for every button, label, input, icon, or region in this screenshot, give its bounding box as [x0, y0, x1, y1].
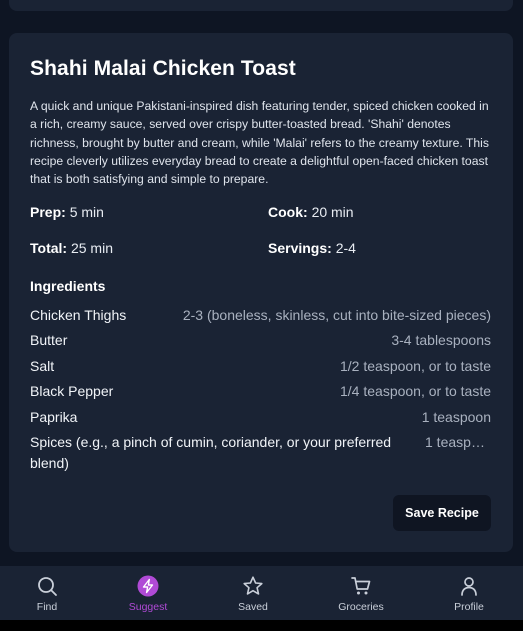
nav-item-saved[interactable]: Saved — [213, 566, 293, 620]
nav-item-profile[interactable]: Profile — [429, 566, 509, 620]
cook-value: 20 min — [311, 204, 354, 220]
nav-label: Profile — [454, 601, 484, 613]
ingredient-quantity: 1/2 teaspoon, or to taste — [340, 357, 491, 374]
servings-value: 2-4 — [335, 240, 356, 256]
nav-item-find[interactable]: Find — [7, 566, 87, 620]
prep-label: Prep: — [30, 204, 66, 220]
nav-item-suggest[interactable]: Suggest — [108, 566, 188, 620]
ingredient-quantity: 1/4 teaspoon, or to taste — [340, 383, 491, 400]
ingredient-quantity: 2-3 (boneless, skinless, cut into bite-s… — [182, 307, 491, 323]
nav-label: Groceries — [338, 601, 384, 613]
ingredient-quantity: 1 teaspo… — [425, 433, 491, 450]
total-value: 25 min — [70, 240, 113, 256]
prep-time: Prep: 5 min — [30, 204, 104, 220]
lightning-icon — [137, 575, 159, 597]
star-icon — [243, 576, 263, 595]
ingredient-name: Salt — [30, 357, 55, 374]
cook-time: Cook: 20 min — [268, 204, 354, 220]
ingredient-row: Salt 1/2 teaspoon, or to taste — [30, 356, 491, 377]
ingredient-name: Spices (e.g., a pinch of cumin, coriande… — [30, 433, 392, 471]
previous-card-edge — [9, 0, 513, 11]
ingredient-name: Black Pepper — [30, 383, 114, 400]
prep-value: 5 min — [69, 204, 104, 220]
ingredient-name: Paprika — [30, 408, 78, 425]
ingredient-row: Black Pepper 1/4 teaspoon, or to taste — [30, 381, 491, 402]
ingredients-list: Chicken Thighs 2-3 (boneless, skinless, … — [30, 305, 491, 478]
nav-label: Suggest — [128, 601, 168, 613]
ingredient-row: Paprika 1 teaspoon — [30, 407, 491, 428]
ingredient-quantity: 3-4 tablespoons — [391, 332, 491, 349]
total-label: Total: — [30, 240, 68, 256]
ingredient-row: Butter 3-4 tablespoons — [30, 330, 491, 351]
cook-label: Cook: — [268, 204, 308, 220]
person-icon — [461, 577, 477, 596]
ingredients-heading: Ingredients — [30, 278, 106, 294]
recipe-title: Shahi Malai Chicken Toast — [30, 57, 296, 80]
total-time: Total: 25 min — [30, 240, 113, 256]
ingredient-name: Chicken Thighs — [30, 307, 127, 323]
bottom-nav: Find Suggest Saved Groceries Profile — [0, 566, 523, 620]
recipe-card: Shahi Malai Chicken Toast A quick and un… — [9, 33, 513, 552]
nav-label: Saved — [238, 601, 268, 613]
ingredient-row: Chicken Thighs 2-3 (boneless, skinless, … — [30, 305, 491, 326]
nav-item-groceries[interactable]: Groceries — [321, 566, 401, 620]
ingredient-row: Spices (e.g., a pinch of cumin, coriande… — [30, 432, 491, 474]
servings: Servings: 2-4 — [268, 240, 356, 256]
search-icon — [38, 577, 57, 596]
cart-icon — [351, 577, 371, 595]
save-recipe-button[interactable]: Save Recipe — [393, 495, 491, 531]
recipe-description: A quick and unique Pakistani-inspired di… — [30, 99, 489, 187]
system-bar — [0, 620, 523, 631]
ingredient-quantity: 1 teaspoon — [421, 408, 491, 425]
ingredient-name: Butter — [30, 332, 68, 349]
servings-label: Servings: — [268, 240, 332, 256]
nav-label: Find — [36, 601, 58, 613]
